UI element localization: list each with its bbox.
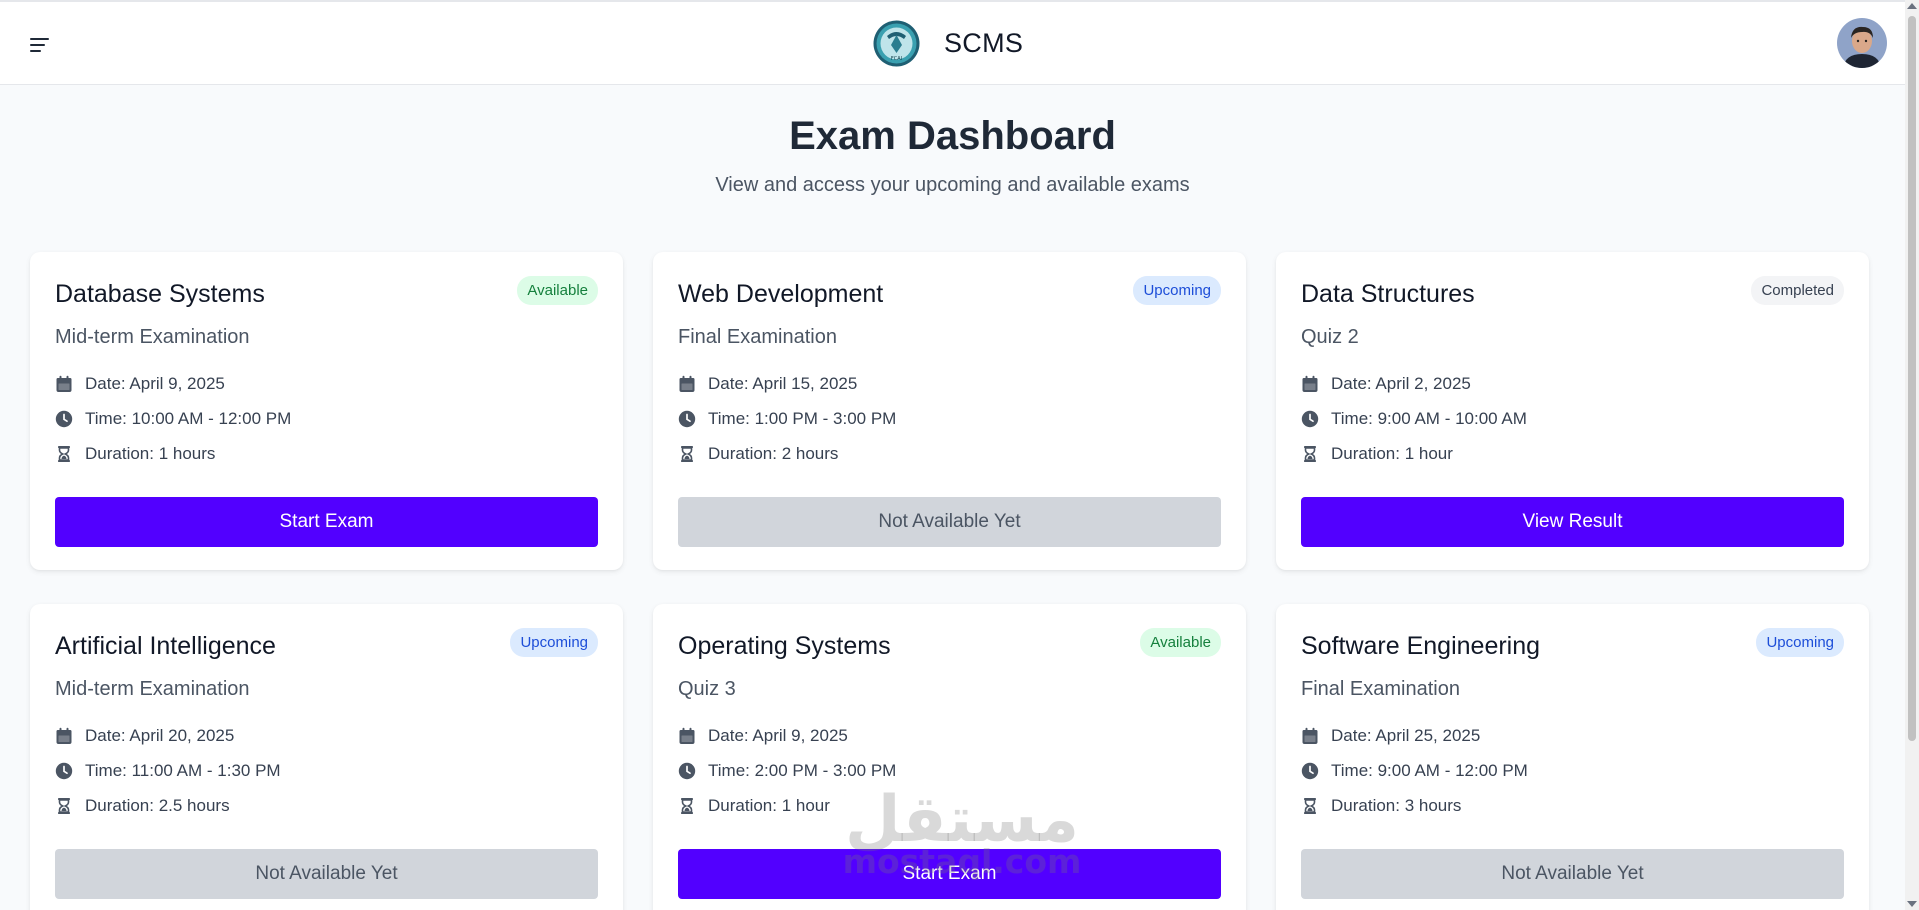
exam-date: Date: April 9, 2025	[678, 726, 848, 746]
exam-duration-text: Duration: 2.5 hours	[85, 796, 230, 815]
status-badge: Completed	[1751, 276, 1844, 305]
exam-card-1: Database Systems Available Mid-term Exam…	[30, 252, 623, 570]
hourglass-icon	[681, 446, 693, 462]
status-badge: Available	[517, 276, 598, 305]
exam-date-text: Date: April 25, 2025	[1331, 726, 1481, 745]
scroll-down-icon[interactable]	[1907, 901, 1917, 907]
exam-time: Time: 2:00 PM - 3:00 PM	[678, 761, 896, 781]
calendar-icon	[679, 727, 695, 744]
exam-type: Quiz 3	[678, 678, 736, 700]
exam-time-text: Time: 9:00 AM - 10:00 AM	[1331, 409, 1527, 428]
exam-time-text: Time: 2:00 PM - 3:00 PM	[708, 761, 897, 780]
hourglass-icon	[1304, 446, 1316, 462]
vertical-scrollbar[interactable]	[1905, 0, 1919, 910]
exam-date-text: Date: April 9, 2025	[708, 726, 848, 745]
fcai-logo: FCAI	[873, 20, 920, 66]
exam-title: Web Development	[678, 280, 884, 308]
brand[interactable]: FCAI SCMS	[873, 18, 1023, 68]
exam-type: Mid-term Examination	[55, 326, 250, 348]
user-avatar[interactable]	[1837, 18, 1887, 68]
exam-date-text: Date: April 2, 2025	[1331, 374, 1471, 393]
exam-time-text: Time: 10:00 AM - 12:00 PM	[85, 409, 292, 428]
clock-icon	[55, 762, 73, 780]
exam-date-text: Date: April 20, 2025	[85, 726, 235, 745]
exam-card-3: Data Structures Completed Quiz 2 Date: A…	[1276, 252, 1869, 570]
clock-icon	[1301, 410, 1319, 428]
start-exam-button[interactable]: Start Exam	[55, 497, 598, 547]
exam-duration: Duration: 3 hours	[1301, 796, 1461, 816]
exam-title: Artificial Intelligence	[55, 632, 276, 660]
exam-time: Time: 1:00 PM - 3:00 PM	[678, 409, 896, 429]
exam-title: Data Structures	[1301, 280, 1475, 308]
exam-duration-text: Duration: 1 hours	[85, 444, 216, 463]
top-navbar: FCAI SCMS	[0, 2, 1905, 85]
exam-duration: Duration: 1 hour	[678, 796, 830, 816]
clock-icon	[55, 410, 73, 428]
app-name: SCMS	[944, 27, 1024, 58]
exam-date: Date: April 20, 2025	[55, 726, 234, 746]
calendar-icon	[56, 375, 72, 392]
exam-time: Time: 9:00 AM - 12:00 PM	[1301, 761, 1528, 781]
exam-card-6: Software Engineering Upcoming Final Exam…	[1276, 604, 1869, 910]
exam-time: Time: 9:00 AM - 10:00 AM	[1301, 409, 1527, 429]
exam-type: Final Examination	[1301, 678, 1460, 700]
status-badge: Available	[1140, 628, 1221, 657]
clock-icon	[678, 762, 696, 780]
exam-time: Time: 11:00 AM - 1:30 PM	[55, 761, 281, 781]
start-exam-button[interactable]: Start Exam	[678, 849, 1221, 899]
not-available-button[interactable]: Not Available Yet	[678, 497, 1221, 547]
exam-duration: Duration: 2 hours	[678, 444, 838, 464]
calendar-icon	[679, 375, 695, 392]
page-title: Exam Dashboard	[789, 114, 1116, 158]
hourglass-icon	[681, 798, 693, 814]
exam-type: Final Examination	[678, 326, 837, 348]
clock-icon	[1301, 762, 1319, 780]
calendar-icon	[1302, 375, 1318, 392]
exam-title: Operating Systems	[678, 632, 891, 660]
exam-time-text: Time: 11:00 AM - 1:30 PM	[85, 761, 281, 780]
page-subtitle: View and access your upcoming and availa…	[715, 174, 1190, 196]
exam-card-4: Artificial Intelligence Upcoming Mid-ter…	[30, 604, 623, 910]
exam-type: Mid-term Examination	[55, 678, 250, 700]
status-badge: Upcoming	[1756, 628, 1844, 657]
avatar-image	[1837, 18, 1887, 68]
not-available-button[interactable]: Not Available Yet	[55, 849, 598, 899]
view-result-button[interactable]: View Result	[1301, 497, 1844, 547]
exam-time-text: Time: 9:00 AM - 12:00 PM	[1331, 761, 1528, 780]
exam-time-text: Time: 1:00 PM - 3:00 PM	[708, 409, 897, 428]
hourglass-icon	[1304, 798, 1316, 814]
exam-title: Database Systems	[55, 280, 265, 308]
hourglass-icon	[58, 446, 70, 462]
exam-title: Software Engineering	[1301, 632, 1541, 660]
exam-date: Date: April 2, 2025	[1301, 374, 1471, 394]
exam-date-text: Date: April 15, 2025	[708, 374, 858, 393]
status-badge: Upcoming	[510, 628, 598, 657]
status-badge: Upcoming	[1133, 276, 1221, 305]
calendar-icon	[56, 727, 72, 744]
hourglass-icon	[58, 798, 70, 814]
exam-duration: Duration: 2.5 hours	[55, 796, 230, 816]
exam-date-text: Date: April 9, 2025	[85, 374, 225, 393]
exam-card-5: Operating Systems Available Quiz 3 Date:…	[653, 604, 1246, 910]
exam-date: Date: April 25, 2025	[1301, 726, 1480, 746]
exam-card-2: Web Development Upcoming Final Examinati…	[653, 252, 1246, 570]
calendar-icon	[1302, 727, 1318, 744]
exam-time: Time: 10:00 AM - 12:00 PM	[55, 409, 291, 429]
exam-duration: Duration: 1 hours	[55, 444, 215, 464]
exam-duration-text: Duration: 3 hours	[1331, 796, 1462, 815]
exam-date: Date: April 15, 2025	[678, 374, 857, 394]
exam-card-grid: Database Systems Available Mid-term Exam…	[30, 252, 1872, 910]
menu-icon[interactable]	[28, 33, 52, 57]
exam-duration-text: Duration: 2 hours	[708, 444, 839, 463]
svg-text:FCAI: FCAI	[891, 56, 902, 62]
exam-type: Quiz 2	[1301, 326, 1359, 348]
exam-date: Date: April 9, 2025	[55, 374, 225, 394]
scroll-thumb[interactable]	[1908, 16, 1916, 741]
clock-icon	[678, 410, 696, 428]
scroll-up-icon[interactable]	[1907, 3, 1917, 9]
not-available-button[interactable]: Not Available Yet	[1301, 849, 1844, 899]
exam-duration: Duration: 1 hour	[1301, 444, 1453, 464]
exam-duration-text: Duration: 1 hour	[708, 796, 830, 815]
exam-duration-text: Duration: 1 hour	[1331, 444, 1453, 463]
